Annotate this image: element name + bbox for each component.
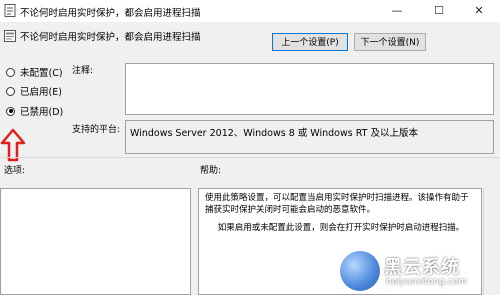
help-label: 帮助:	[200, 166, 222, 176]
setting-name: 不论何时启用实时保护，都会启用进程扫描	[20, 32, 201, 43]
radio-circle[interactable]	[6, 86, 15, 96]
help-paragraph-2: 如果启用或未配置此设置，则会在打开实时保护时启动进程扫描。	[217, 223, 465, 233]
options-label: 选项:	[4, 166, 26, 176]
previous-setting-button[interactable]: 上一个设置(P)	[272, 33, 348, 51]
comment-label: 注释:	[72, 66, 94, 76]
watermark-url: heiyunxitong.com	[386, 277, 467, 287]
title-bar: 不论何时启用实时保护，都会启用进程扫描 — ☐ ✕	[0, 0, 500, 22]
policy-icon	[4, 4, 16, 17]
radio-label: 已禁用(D)	[20, 107, 64, 118]
radio-disabled[interactable]: 已禁用(D)	[6, 104, 63, 118]
section-divider	[0, 157, 500, 158]
radio-label: 已启用(E)	[20, 87, 62, 98]
radio-label: 未配置(C)	[20, 68, 63, 79]
radio-circle[interactable]	[6, 67, 15, 77]
minimize-button[interactable]: —	[376, 0, 418, 22]
platform-field: Windows Server 2012、Windows 8 或 Windows …	[125, 120, 494, 154]
watermark-title: 黑云系统	[384, 257, 460, 278]
options-pane	[0, 188, 191, 295]
radio-not-configured[interactable]: 未配置(C)	[6, 65, 63, 79]
comment-field[interactable]	[125, 63, 494, 115]
help-paragraph-1: 使用此策略设置，可以配置当启用实时保护时扫描进程。该操作有助于捕获实时保护关闭时…	[205, 193, 469, 215]
watermark: 黑云系统 heiyunxitong.com	[340, 247, 500, 295]
radio-enabled[interactable]: 已启用(E)	[6, 84, 62, 98]
platform-value: Windows Server 2012、Windows 8 或 Windows …	[130, 128, 418, 139]
maximize-button[interactable]: ☐	[418, 0, 460, 22]
window-title: 不论何时启用实时保护，都会启用进程扫描	[20, 8, 201, 19]
platform-label: 支持的平台:	[72, 125, 121, 135]
setting-icon	[4, 30, 16, 42]
watermark-logo-icon	[340, 251, 380, 291]
next-setting-button[interactable]: 下一个设置(N)	[354, 33, 426, 51]
close-button[interactable]: ✕	[458, 0, 500, 22]
radio-circle-selected[interactable]	[6, 106, 15, 116]
